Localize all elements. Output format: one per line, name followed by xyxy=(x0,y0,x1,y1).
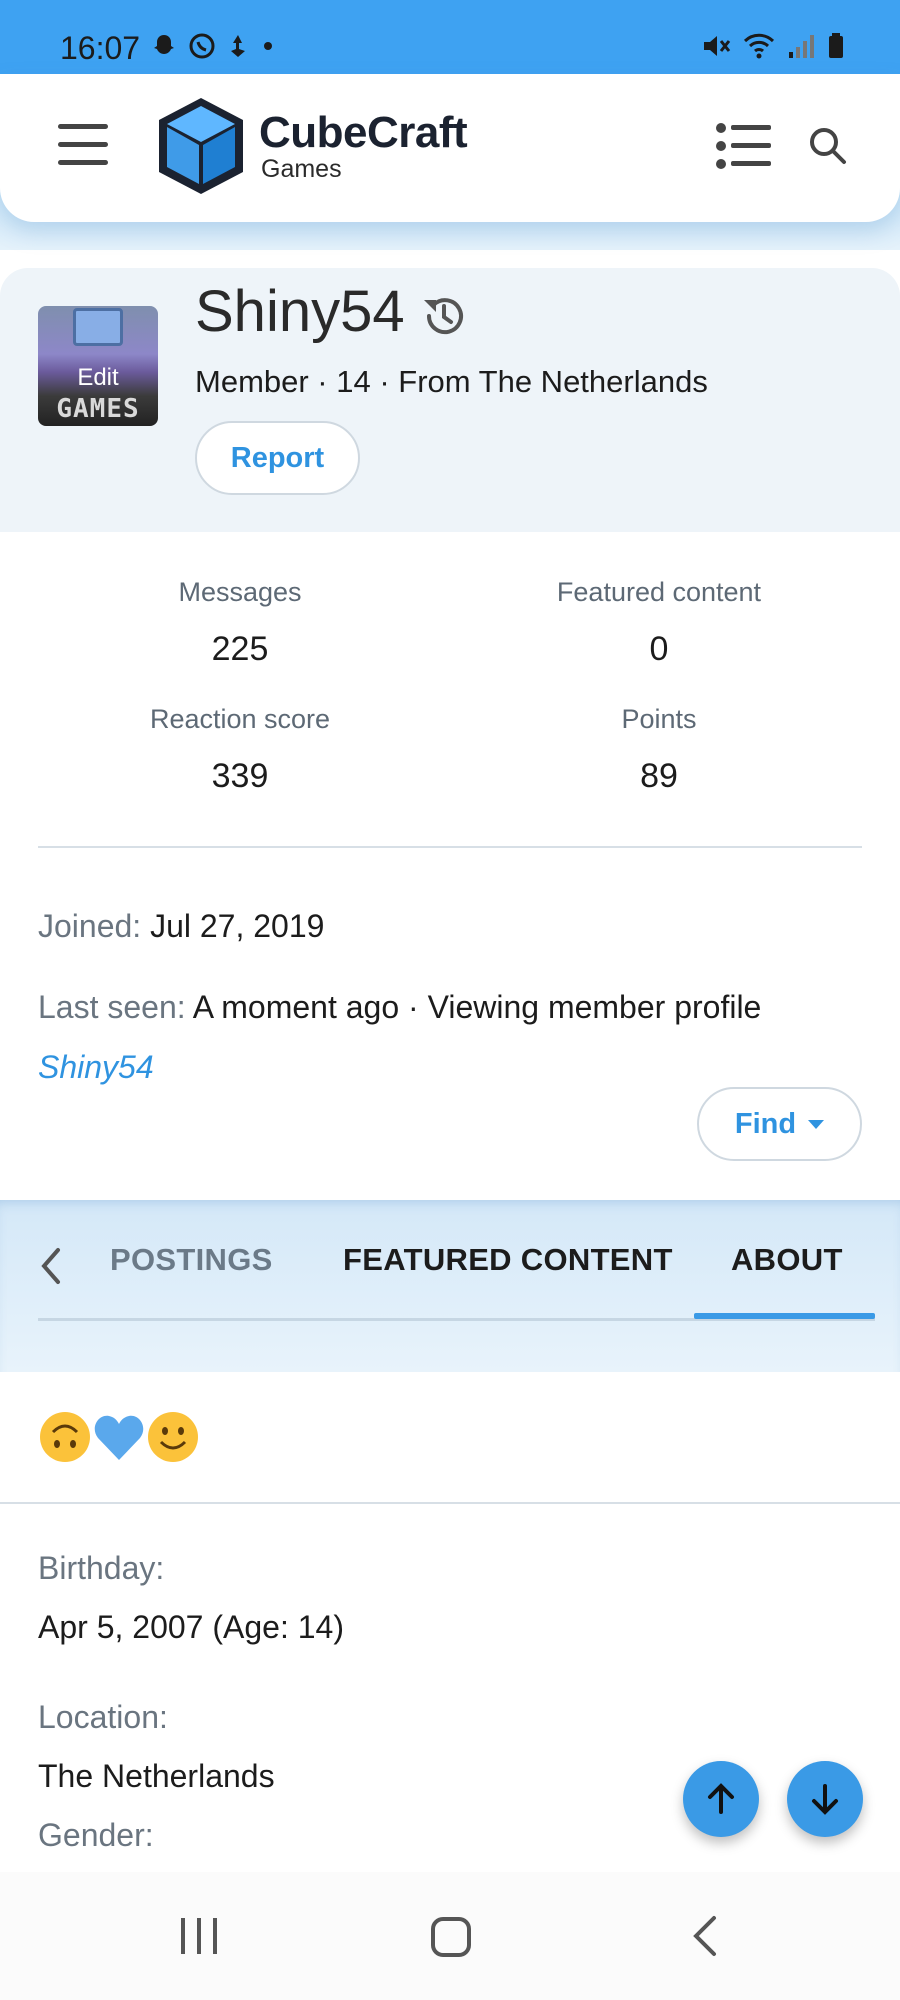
avatar[interactable]: GAMES Edit xyxy=(38,306,158,426)
joined-label: Joined: xyxy=(38,908,142,944)
last-seen-label: Last seen: xyxy=(38,989,186,1025)
username: Shiny54 xyxy=(195,279,405,344)
member-stats: Messages 225 Featured content 0 Reaction… xyxy=(0,532,900,1200)
list-icon[interactable] xyxy=(715,122,773,170)
wifi-icon xyxy=(743,33,775,59)
stat-value: 225 xyxy=(211,630,269,668)
avatar-cube-shape xyxy=(73,308,123,346)
scroll-down-button[interactable] xyxy=(787,1761,863,1837)
profile-tabs: POSTINGS FEATURED CONTENT ABOUT xyxy=(0,1200,900,1372)
signal-icon xyxy=(789,35,814,58)
about-text: 🙃💙🙂 xyxy=(38,1410,39,1411)
app-icon xyxy=(231,35,245,57)
stat-points[interactable]: Points 89 xyxy=(449,704,869,796)
system-navigation-bar xyxy=(0,1872,900,2000)
arrow-down-icon xyxy=(812,1784,838,1815)
cube-logo-icon xyxy=(159,98,243,194)
notification-icons xyxy=(150,32,276,60)
stat-value: 89 xyxy=(640,757,678,795)
stat-label: Reaction score xyxy=(149,704,331,734)
site-header: CubeCraft Games xyxy=(0,74,900,222)
location-value[interactable]: The Netherlands xyxy=(38,1758,275,1795)
back-icon[interactable] xyxy=(690,1914,720,1958)
mute-icon xyxy=(704,36,731,56)
logo-title: CubeCraft xyxy=(259,108,468,157)
location-label: Location: xyxy=(38,1699,168,1735)
divider xyxy=(38,846,862,848)
home-icon[interactable] xyxy=(430,1916,472,1958)
chevron-down-icon xyxy=(808,1119,825,1129)
avatar-text: GAMES xyxy=(56,394,140,424)
hamburger-menu-icon[interactable] xyxy=(58,124,108,166)
stat-featured-content[interactable]: Featured content 0 xyxy=(449,577,869,669)
profile-link[interactable]: Shiny54 xyxy=(38,1049,154,1085)
battery-icon xyxy=(829,33,843,58)
logo-subtitle: Games xyxy=(261,155,342,183)
blue-heart-icon xyxy=(94,1415,144,1460)
stat-messages[interactable]: Messages 225 xyxy=(30,577,450,669)
avatar-edit-label[interactable]: Edit xyxy=(38,364,158,392)
birthday-label: Birthday: xyxy=(38,1550,165,1586)
profile-header: GAMES Edit Shiny54 Member · 14 · From Th… xyxy=(0,268,900,532)
gender-label: Gender: xyxy=(38,1817,154,1853)
status-time: 16:07 xyxy=(60,30,141,66)
tab-about[interactable]: ABOUT xyxy=(731,1242,843,1278)
last-seen-value: A moment ago · Viewing member profile xyxy=(192,989,762,1025)
find-label: Find xyxy=(734,1107,797,1140)
stat-label: Points xyxy=(621,704,697,734)
joined-value: Jul 27, 2019 xyxy=(150,908,325,944)
stat-label: Messages xyxy=(178,577,302,607)
cubecraft-logo[interactable]: CubeCraft Games xyxy=(155,94,468,198)
dot-icon xyxy=(264,42,272,50)
birthday-value: Apr 5, 2007 (Age: 14) xyxy=(38,1609,344,1645)
slightly-smiling-face-icon xyxy=(148,1412,198,1462)
last-seen-info: Last seen: A moment ago · Viewing member… xyxy=(38,977,868,1097)
snapchat-icon xyxy=(154,35,174,54)
stat-value: 0 xyxy=(649,630,669,668)
chevron-left-icon[interactable] xyxy=(36,1244,64,1288)
tab-featured-content[interactable]: FEATURED CONTENT xyxy=(343,1242,673,1278)
upside-down-face-icon xyxy=(40,1412,90,1462)
active-tab-indicator xyxy=(694,1313,875,1319)
about-section: 🙃💙🙂 Birthday: Apr 5, 2007 (Age: 14) Loca… xyxy=(0,1372,900,1872)
system-icons xyxy=(701,32,845,60)
member-info: Member · 14 · From The Netherlands xyxy=(195,364,708,399)
divider xyxy=(0,1502,900,1504)
history-icon[interactable] xyxy=(420,292,468,340)
scroll-up-button[interactable] xyxy=(683,1761,759,1837)
find-button[interactable]: Find xyxy=(697,1087,862,1161)
search-icon[interactable] xyxy=(808,126,848,166)
stat-label: Featured content xyxy=(556,577,762,607)
whatsapp-icon xyxy=(189,33,215,59)
joined-info: Joined: Jul 27, 2019 xyxy=(38,908,324,945)
stat-reaction-score[interactable]: Reaction score 339 xyxy=(30,704,450,796)
recent-apps-icon[interactable] xyxy=(178,1916,220,1956)
tab-postings[interactable]: POSTINGS xyxy=(110,1242,273,1278)
arrow-up-icon xyxy=(708,1783,734,1814)
report-button[interactable]: Report xyxy=(195,421,360,495)
stat-value: 339 xyxy=(211,757,269,795)
about-emojis: 🙃💙🙂 xyxy=(38,1410,200,1464)
